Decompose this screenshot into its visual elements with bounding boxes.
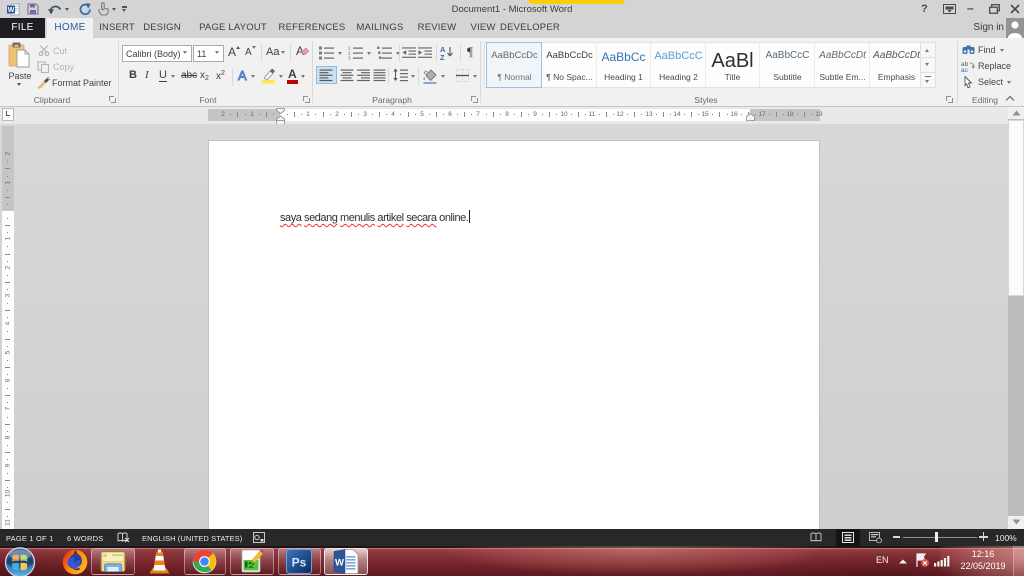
svg-text:Z: Z bbox=[440, 53, 445, 60]
svg-text:W: W bbox=[335, 558, 344, 569]
svg-text:ac: ac bbox=[961, 67, 969, 72]
svg-text:Ps: Ps bbox=[292, 556, 307, 570]
svg-text:3: 3 bbox=[348, 56, 351, 61]
